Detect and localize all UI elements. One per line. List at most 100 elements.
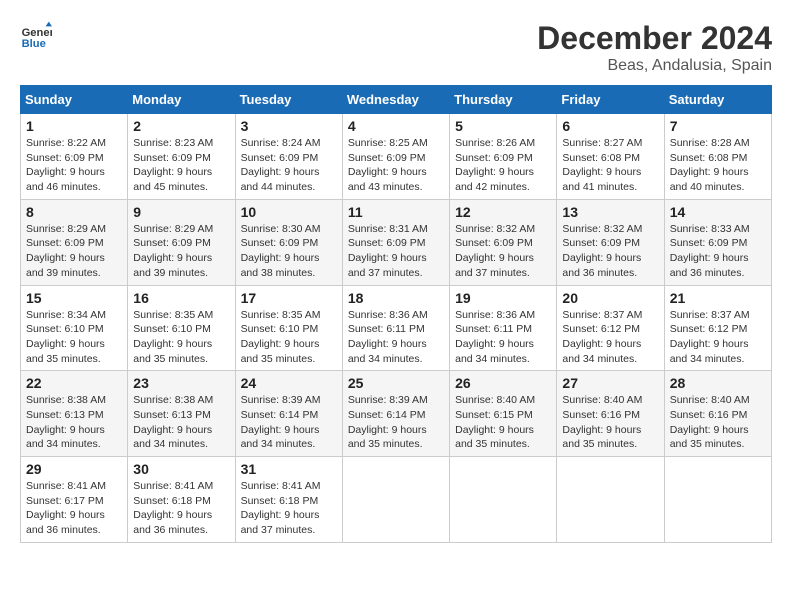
day-info: Sunrise: 8:36 AM Sunset: 6:11 PM Dayligh… bbox=[348, 308, 444, 367]
col-sunday: Sunday bbox=[21, 86, 128, 114]
day-number: 2 bbox=[133, 118, 229, 134]
table-row: 2 Sunrise: 8:23 AM Sunset: 6:09 PM Daylig… bbox=[128, 114, 235, 200]
table-row: 20 Sunrise: 8:37 AM Sunset: 6:12 PM Dayli… bbox=[557, 285, 664, 371]
day-info: Sunrise: 8:32 AM Sunset: 6:09 PM Dayligh… bbox=[455, 222, 551, 281]
calendar-week-row: 15Sunrise: 8:34 AM Sunset: 6:10 PM Dayli… bbox=[21, 285, 772, 371]
day-number: 13 bbox=[562, 204, 658, 220]
day-number: 18 bbox=[348, 290, 444, 306]
day-number: 9 bbox=[133, 204, 229, 220]
day-info: Sunrise: 8:35 AM Sunset: 6:10 PM Dayligh… bbox=[241, 308, 337, 367]
day-info: Sunrise: 8:24 AM Sunset: 6:09 PM Dayligh… bbox=[241, 136, 337, 195]
table-row: 17 Sunrise: 8:35 AM Sunset: 6:10 PM Dayli… bbox=[235, 285, 342, 371]
col-tuesday: Tuesday bbox=[235, 86, 342, 114]
table-row bbox=[450, 457, 557, 543]
calendar-week-row: 29 Sunrise: 8:41 AM Sunset: 6:17 PM Dayli… bbox=[21, 457, 772, 543]
table-row: 26Sunrise: 8:40 AM Sunset: 6:15 PM Dayli… bbox=[450, 371, 557, 457]
day-number: 30 bbox=[133, 461, 229, 477]
day-number: 15 bbox=[26, 290, 122, 306]
table-row: 10 Sunrise: 8:30 AM Sunset: 6:09 PM Dayli… bbox=[235, 199, 342, 285]
title-block: December 2024 Beas, Andalusia, Spain bbox=[537, 20, 772, 75]
table-row: 7Sunrise: 8:28 AM Sunset: 6:08 PM Daylig… bbox=[664, 114, 771, 200]
svg-text:General: General bbox=[22, 27, 52, 39]
table-row: 19 Sunrise: 8:36 AM Sunset: 6:11 PM Dayli… bbox=[450, 285, 557, 371]
table-row: 28Sunrise: 8:40 AM Sunset: 6:16 PM Dayli… bbox=[664, 371, 771, 457]
day-info: Sunrise: 8:37 AM Sunset: 6:12 PM Dayligh… bbox=[562, 308, 658, 367]
table-row: 13 Sunrise: 8:32 AM Sunset: 6:09 PM Dayli… bbox=[557, 199, 664, 285]
table-row: 15Sunrise: 8:34 AM Sunset: 6:10 PM Dayli… bbox=[21, 285, 128, 371]
table-row: 5 Sunrise: 8:26 AM Sunset: 6:09 PM Daylig… bbox=[450, 114, 557, 200]
day-number: 12 bbox=[455, 204, 551, 220]
day-number: 20 bbox=[562, 290, 658, 306]
table-row: 4 Sunrise: 8:25 AM Sunset: 6:09 PM Daylig… bbox=[342, 114, 449, 200]
day-info: Sunrise: 8:41 AM Sunset: 6:17 PM Dayligh… bbox=[26, 479, 122, 538]
day-number: 21 bbox=[670, 290, 766, 306]
col-wednesday: Wednesday bbox=[342, 86, 449, 114]
day-info: Sunrise: 8:38 AM Sunset: 6:13 PM Dayligh… bbox=[26, 393, 122, 452]
table-row bbox=[557, 457, 664, 543]
day-number: 6 bbox=[562, 118, 658, 134]
table-row: 6 Sunrise: 8:27 AM Sunset: 6:08 PM Daylig… bbox=[557, 114, 664, 200]
day-info: Sunrise: 8:27 AM Sunset: 6:08 PM Dayligh… bbox=[562, 136, 658, 195]
day-number: 14 bbox=[670, 204, 766, 220]
table-row: 29 Sunrise: 8:41 AM Sunset: 6:17 PM Dayli… bbox=[21, 457, 128, 543]
day-info: Sunrise: 8:41 AM Sunset: 6:18 PM Dayligh… bbox=[241, 479, 337, 538]
table-row: 30 Sunrise: 8:41 AM Sunset: 6:18 PM Dayli… bbox=[128, 457, 235, 543]
day-number: 22 bbox=[26, 375, 122, 391]
logo: General Blue bbox=[20, 20, 52, 52]
calendar-week-row: 8 Sunrise: 8:29 AM Sunset: 6:09 PM Daylig… bbox=[21, 199, 772, 285]
svg-text:Blue: Blue bbox=[22, 38, 46, 50]
col-monday: Monday bbox=[128, 86, 235, 114]
day-info: Sunrise: 8:30 AM Sunset: 6:09 PM Dayligh… bbox=[241, 222, 337, 281]
calendar-header-row: Sunday Monday Tuesday Wednesday Thursday… bbox=[21, 86, 772, 114]
day-number: 1 bbox=[26, 118, 122, 134]
day-number: 8 bbox=[26, 204, 122, 220]
day-number: 4 bbox=[348, 118, 444, 134]
table-row: 1 Sunrise: 8:22 AM Sunset: 6:09 PM Daylig… bbox=[21, 114, 128, 200]
table-row: 16 Sunrise: 8:35 AM Sunset: 6:10 PM Dayli… bbox=[128, 285, 235, 371]
day-info: Sunrise: 8:25 AM Sunset: 6:09 PM Dayligh… bbox=[348, 136, 444, 195]
day-info: Sunrise: 8:39 AM Sunset: 6:14 PM Dayligh… bbox=[241, 393, 337, 452]
day-number: 29 bbox=[26, 461, 122, 477]
location: Beas, Andalusia, Spain bbox=[537, 57, 772, 75]
day-number: 19 bbox=[455, 290, 551, 306]
table-row: 3Sunrise: 8:24 AM Sunset: 6:09 PM Daylig… bbox=[235, 114, 342, 200]
day-number: 10 bbox=[241, 204, 337, 220]
table-row: 22 Sunrise: 8:38 AM Sunset: 6:13 PM Dayli… bbox=[21, 371, 128, 457]
logo-icon: General Blue bbox=[20, 20, 52, 52]
day-number: 25 bbox=[348, 375, 444, 391]
calendar-week-row: 1 Sunrise: 8:22 AM Sunset: 6:09 PM Daylig… bbox=[21, 114, 772, 200]
table-row: 9 Sunrise: 8:29 AM Sunset: 6:09 PM Daylig… bbox=[128, 199, 235, 285]
day-info: Sunrise: 8:22 AM Sunset: 6:09 PM Dayligh… bbox=[26, 136, 122, 195]
day-number: 16 bbox=[133, 290, 229, 306]
table-row: 11Sunrise: 8:31 AM Sunset: 6:09 PM Dayli… bbox=[342, 199, 449, 285]
table-row: 21Sunrise: 8:37 AM Sunset: 6:12 PM Dayli… bbox=[664, 285, 771, 371]
day-info: Sunrise: 8:32 AM Sunset: 6:09 PM Dayligh… bbox=[562, 222, 658, 281]
day-info: Sunrise: 8:41 AM Sunset: 6:18 PM Dayligh… bbox=[133, 479, 229, 538]
col-saturday: Saturday bbox=[664, 86, 771, 114]
day-info: Sunrise: 8:36 AM Sunset: 6:11 PM Dayligh… bbox=[455, 308, 551, 367]
table-row: 31 Sunrise: 8:41 AM Sunset: 6:18 PM Dayli… bbox=[235, 457, 342, 543]
table-row: 25 Sunrise: 8:39 AM Sunset: 6:14 PM Dayli… bbox=[342, 371, 449, 457]
day-info: Sunrise: 8:35 AM Sunset: 6:10 PM Dayligh… bbox=[133, 308, 229, 367]
day-number: 17 bbox=[241, 290, 337, 306]
day-info: Sunrise: 8:31 AM Sunset: 6:09 PM Dayligh… bbox=[348, 222, 444, 281]
day-info: Sunrise: 8:33 AM Sunset: 6:09 PM Dayligh… bbox=[670, 222, 766, 281]
day-info: Sunrise: 8:26 AM Sunset: 6:09 PM Dayligh… bbox=[455, 136, 551, 195]
day-number: 5 bbox=[455, 118, 551, 134]
day-info: Sunrise: 8:29 AM Sunset: 6:09 PM Dayligh… bbox=[26, 222, 122, 281]
col-friday: Friday bbox=[557, 86, 664, 114]
day-info: Sunrise: 8:40 AM Sunset: 6:15 PM Dayligh… bbox=[455, 393, 551, 452]
day-info: Sunrise: 8:38 AM Sunset: 6:13 PM Dayligh… bbox=[133, 393, 229, 452]
table-row: 27Sunrise: 8:40 AM Sunset: 6:16 PM Dayli… bbox=[557, 371, 664, 457]
table-row: 18 Sunrise: 8:36 AM Sunset: 6:11 PM Dayli… bbox=[342, 285, 449, 371]
day-info: Sunrise: 8:39 AM Sunset: 6:14 PM Dayligh… bbox=[348, 393, 444, 452]
table-row: 24 Sunrise: 8:39 AM Sunset: 6:14 PM Dayli… bbox=[235, 371, 342, 457]
day-number: 31 bbox=[241, 461, 337, 477]
month-year: December 2024 bbox=[537, 20, 772, 57]
day-info: Sunrise: 8:23 AM Sunset: 6:09 PM Dayligh… bbox=[133, 136, 229, 195]
day-number: 24 bbox=[241, 375, 337, 391]
table-row: 14 Sunrise: 8:33 AM Sunset: 6:09 PM Dayli… bbox=[664, 199, 771, 285]
day-info: Sunrise: 8:29 AM Sunset: 6:09 PM Dayligh… bbox=[133, 222, 229, 281]
table-row bbox=[342, 457, 449, 543]
day-number: 28 bbox=[670, 375, 766, 391]
